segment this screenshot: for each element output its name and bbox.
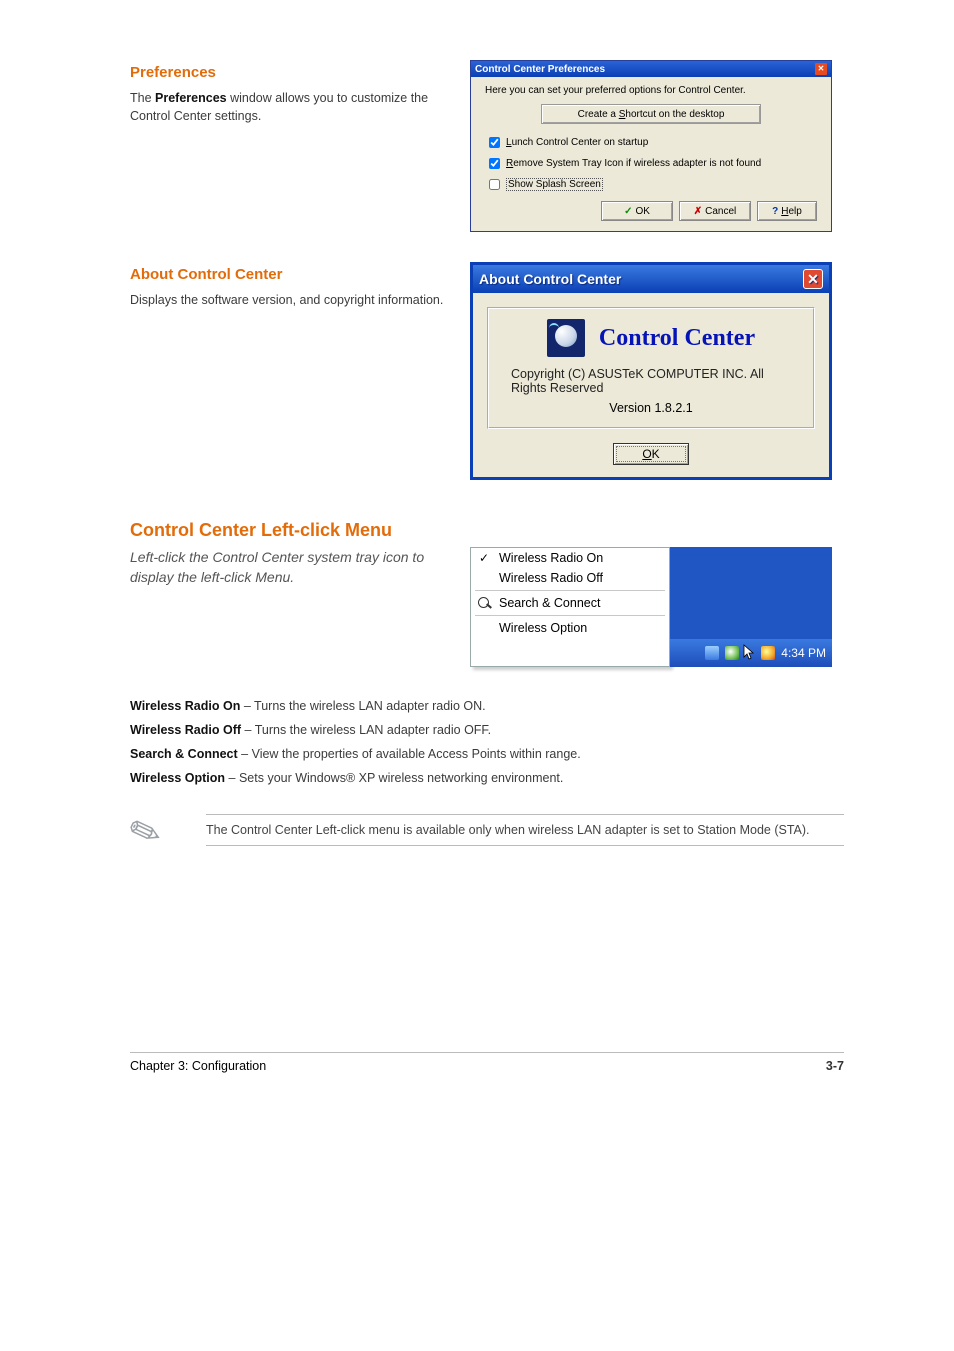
preferences-heading: Preferences (130, 64, 448, 81)
leftclick-lead: Left-click the Control Center system tra… (130, 547, 448, 588)
preferences-text: The Preferences window allows you to cus… (130, 89, 448, 125)
product-name: Control Center (599, 325, 755, 352)
about-dialog-title: About Control Center (479, 271, 621, 287)
cursor-icon (745, 646, 755, 660)
splash-checkbox[interactable]: Show Splash Screen (485, 176, 817, 193)
lunch-startup-checkbox[interactable]: Lunch Control Center on startup (485, 134, 817, 151)
version-text: Version 1.8.2.1 (489, 401, 813, 415)
splash-checkbox-input[interactable] (489, 179, 500, 190)
tray-icon[interactable] (761, 646, 775, 660)
desc-radio-on: Wireless Radio On – Turns the wireless L… (130, 697, 844, 715)
about-dialog: About Control Center ✕ Control Center Co… (470, 262, 832, 480)
menu-item-radio-off[interactable]: Wireless Radio Off (471, 568, 669, 588)
tray-icon[interactable] (705, 646, 719, 660)
preferences-intro-text: Here you can set your preferred options … (485, 85, 817, 96)
pen-icon: ✎ (125, 803, 191, 860)
leftclick-heading: Control Center Left-click Menu (130, 520, 844, 541)
close-icon[interactable]: ✕ (815, 63, 827, 75)
menu-separator (475, 615, 665, 616)
note-text: The Control Center Left-click menu is av… (206, 823, 844, 837)
desc-radio-off: Wireless Radio Off – Turns the wireless … (130, 721, 844, 739)
lunch-startup-checkbox-input[interactable] (489, 137, 500, 148)
ok-button[interactable]: OK (613, 443, 689, 465)
remove-tray-label: Remove System Tray Icon if wireless adap… (506, 158, 761, 169)
desc-wireless-option: Wireless Option – Sets your Windows® XP … (130, 769, 844, 787)
footer-page: 3-7 (826, 1059, 844, 1073)
close-icon[interactable]: ✕ (803, 269, 823, 289)
footer-chapter: Chapter 3: Configuration (130, 1059, 266, 1073)
copyright-text: Copyright (C) ASUSTeK COMPUTER INC. All … (511, 367, 791, 395)
help-button[interactable]: ?Help (757, 201, 817, 221)
menu-item-wireless-option[interactable]: Wireless Option (471, 618, 669, 638)
desc-search-connect: Search & Connect – View the properties o… (130, 745, 844, 763)
lunch-startup-label: Lunch Control Center on startup (506, 137, 648, 148)
tray-icon[interactable] (725, 646, 739, 660)
app-icon (547, 319, 585, 357)
menu-item-search-connect[interactable]: Search & Connect (471, 593, 669, 613)
cancel-button[interactable]: ✗Cancel (679, 201, 751, 221)
taskbar-time: 4:34 PM (781, 646, 826, 660)
menu-item-radio-on[interactable]: Wireless Radio On (471, 548, 669, 568)
preferences-dialog-title: Control Center Preferences (475, 64, 605, 75)
desktop-area (670, 547, 832, 639)
preferences-dialog: Control Center Preferences ✕ Here you ca… (470, 60, 832, 232)
menu-separator (475, 590, 665, 591)
taskbar: 4:34 PM (670, 639, 832, 667)
remove-tray-checkbox-input[interactable] (489, 158, 500, 169)
ok-button[interactable]: ✓OK (601, 201, 673, 221)
about-text: Displays the software version, and copyr… (130, 291, 448, 309)
context-menu: Wireless Radio On Wireless Radio Off Sea… (470, 547, 670, 667)
create-shortcut-button[interactable]: Create a Shortcut on the desktop (541, 104, 761, 124)
remove-tray-checkbox[interactable]: Remove System Tray Icon if wireless adap… (485, 155, 817, 172)
splash-label: Show Splash Screen (506, 178, 603, 191)
about-heading: About Control Center (130, 266, 448, 283)
